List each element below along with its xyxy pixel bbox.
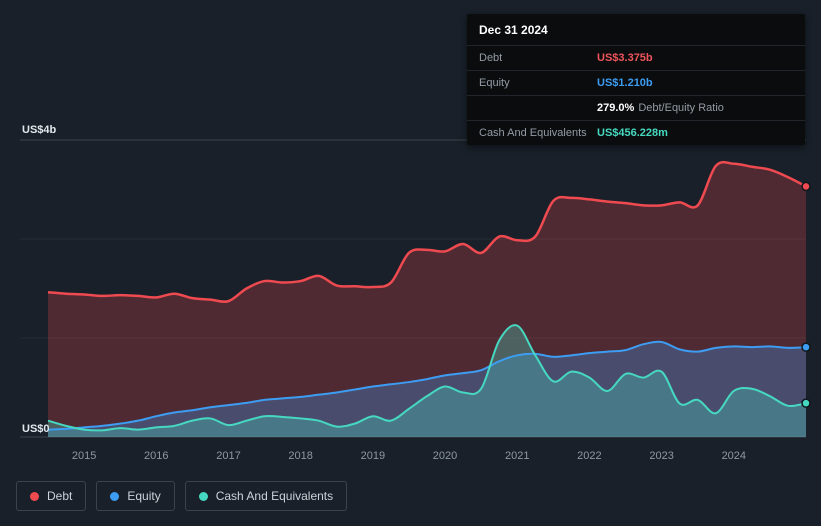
x-axis-year-label: 2019 — [361, 450, 385, 462]
tooltip-equity-value: US$1.210b — [597, 77, 653, 89]
chart-legend: Debt Equity Cash And Equivalents — [16, 481, 348, 511]
equity-dot-icon — [110, 491, 120, 501]
tooltip-debt-label: Debt — [479, 52, 503, 64]
tooltip-debt-value: US$3.375b — [597, 52, 653, 64]
debt-equity-history-page: US$4b US$0 2015 2016 2017 2018 2019 2020 2021 202… — [0, 0, 821, 526]
x-axis-year-label: 2020 — [433, 450, 457, 462]
tooltip-cash-label: Cash And Equivalents — [479, 127, 587, 139]
tooltip-ratio-row: 279.0% Debt/Equity Ratio — [467, 95, 805, 120]
x-axis-year-label: 2017 — [216, 450, 240, 462]
legend-item-debt[interactable]: Debt — [16, 481, 87, 511]
legend-item-cash[interactable]: Cash And Equivalents — [184, 481, 348, 511]
debt-dot-icon — [30, 491, 39, 501]
legend-cash-label: Cash And Equivalents — [215, 489, 334, 503]
legend-equity-label: Equity — [127, 489, 161, 503]
x-axis-year-label: 2022 — [577, 450, 601, 462]
tooltip-cash-value: US$456.228m — [597, 127, 668, 139]
tooltip-date: Dec 31 2024 — [479, 23, 548, 37]
legend-item-equity[interactable]: Equity — [96, 481, 175, 511]
tooltip-equity-row: Equity US$1.210b — [467, 70, 805, 95]
y-axis-bottom-label: US$0 — [22, 423, 50, 435]
tooltip-equity-label: Equity — [479, 77, 510, 89]
tooltip-ratio-label: Debt/Equity Ratio — [638, 102, 724, 114]
tooltip-ratio-value-wrap: 279.0% Debt/Equity Ratio — [597, 102, 724, 114]
cash-dot-icon — [198, 491, 208, 501]
x-axis-year-label: 2021 — [505, 450, 529, 462]
legend-debt-label: Debt — [47, 489, 73, 503]
cash-end-marker[interactable] — [801, 398, 811, 408]
tooltip-debt-row: Debt US$3.375b — [467, 45, 805, 70]
equity-end-marker[interactable] — [801, 342, 811, 352]
x-axis-year-label: 2016 — [144, 450, 168, 462]
tooltip-ratio-value: 279.0% — [597, 102, 635, 114]
tooltip-cash-row: Cash And Equivalents US$456.228m — [467, 120, 805, 145]
y-axis-top-label: US$4b — [22, 124, 57, 136]
x-axis-year-label: 2015 — [72, 450, 96, 462]
debt-end-marker[interactable] — [801, 181, 811, 192]
x-axis-year-label: 2024 — [722, 450, 746, 462]
chart-tooltip: Dec 31 2024 Debt US$3.375b Equity US$1.2… — [467, 14, 805, 145]
x-axis-year-label: 2018 — [288, 450, 312, 462]
x-axis-year-label: 2023 — [649, 450, 673, 462]
